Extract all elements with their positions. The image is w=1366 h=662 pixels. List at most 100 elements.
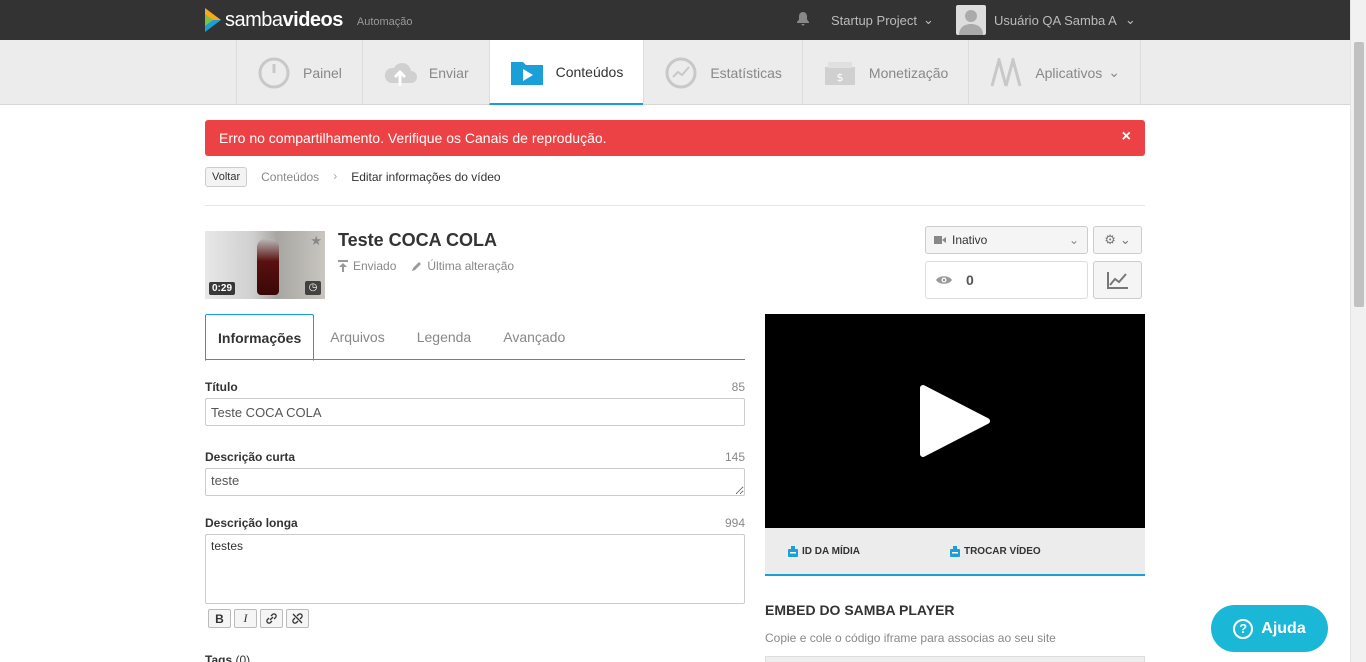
title-label: Título — [205, 380, 238, 394]
help-button[interactable]: ? Ajuda — [1211, 605, 1328, 652]
swap-video-label: TROCAR VÍDEO — [963, 545, 1041, 557]
statistics-button[interactable] — [1093, 261, 1142, 299]
user-name: Usuário QA Samba A — [994, 12, 1117, 28]
samba-videos-logo[interactable]: sambavideos Automação — [205, 8, 413, 32]
long-description-editor[interactable]: testes — [205, 534, 745, 604]
tab-informacoes[interactable]: Informações — [205, 314, 315, 361]
money-icon: $ — [823, 56, 857, 90]
chevron-down-icon: ⌄ — [1119, 232, 1131, 247]
status-select[interactable]: Inativo ⌄ — [925, 226, 1088, 254]
notifications-bell-icon[interactable] — [797, 12, 809, 29]
tags-label-text: Tags — [205, 653, 233, 662]
media-id-label: ID DA MÍDIA — [802, 545, 860, 557]
bold-button[interactable]: B — [208, 609, 231, 628]
tab-arquivos[interactable]: Arquivos — [314, 314, 400, 360]
top-bar: sambavideos Automação Startup Project ⌄ … — [0, 0, 1350, 40]
video-thumbnail[interactable]: ★ 0:29 ◷ — [205, 231, 325, 299]
chevron-down-icon: ⌄ — [923, 12, 934, 27]
media-id-button[interactable]: ID DA MÍDIA — [788, 545, 860, 557]
swap-icon — [949, 545, 960, 557]
question-icon: ? — [1233, 618, 1254, 639]
user-menu[interactable]: Usuário QA Samba A ⌄ — [956, 5, 1136, 35]
upload-cloud-icon — [383, 56, 417, 90]
nav-item-conteudos[interactable]: Conteúdos — [488, 40, 644, 105]
link-icon — [266, 613, 277, 624]
italic-button[interactable]: I — [234, 609, 257, 628]
close-icon[interactable]: × — [1122, 128, 1131, 146]
scrollbar-thumb[interactable] — [1354, 42, 1364, 307]
project-name: Startup Project — [831, 12, 917, 28]
breadcrumb-current: Editar informações do vídeo — [351, 170, 501, 184]
views-counter: 0 — [925, 261, 1088, 299]
stats-icon — [664, 56, 698, 90]
nav-item-monetizacao[interactable]: $ Monetização — [801, 40, 968, 105]
embed-code-box[interactable] — [765, 656, 1145, 662]
environment-label: Automação — [356, 16, 413, 28]
svg-text:$: $ — [836, 71, 843, 84]
views-value: 0 — [966, 272, 974, 288]
breadcrumb: Voltar Conteúdos › Editar informações do… — [205, 166, 1145, 206]
chevron-right-icon: › — [333, 169, 338, 183]
meta-changed: Última alteração — [427, 259, 515, 273]
thumbnail-image — [257, 239, 279, 295]
back-button[interactable]: Voltar — [205, 167, 248, 187]
nav-item-enviar[interactable]: Enviar — [361, 40, 489, 105]
play-icon[interactable] — [919, 384, 991, 458]
tab-avancado[interactable]: Avançado — [487, 314, 581, 360]
chevron-down-icon: ⌄ — [1108, 64, 1120, 80]
help-label: Ajuda — [1261, 619, 1306, 637]
logo-mark-icon — [205, 8, 221, 32]
error-alert: Erro no compartilhamento. Verifique os C… — [205, 120, 1145, 156]
video-duration: 0:29 — [209, 282, 236, 295]
nav-label: Painel — [303, 64, 342, 81]
page-scrollbar[interactable] — [1350, 0, 1366, 662]
nav-item-estatisticas[interactable]: Estatísticas — [643, 40, 802, 105]
swap-video-button[interactable]: TROCAR VÍDEO — [949, 545, 1041, 557]
nav-item-painel[interactable]: Painel — [236, 40, 362, 105]
video-player[interactable] — [765, 314, 1145, 528]
nav-item-aplicativos[interactable]: Aplicativos ⌄ — [968, 40, 1141, 105]
line-chart-icon — [1106, 272, 1128, 289]
player-actions: ID DA MÍDIA TROCAR VÍDEO — [765, 528, 1145, 576]
folder-play-icon — [510, 55, 544, 89]
dashboard-icon — [257, 56, 291, 90]
long-description-label: Descrição longa — [205, 516, 298, 530]
gear-icon: ⚙ — [1104, 232, 1116, 247]
editor-toolbar: B I — [208, 609, 309, 628]
video-title: Teste COCA COLA — [338, 230, 498, 250]
star-icon[interactable]: ★ — [310, 233, 322, 249]
status-value: Inativo — [952, 233, 988, 247]
link-button[interactable] — [260, 609, 283, 628]
title-char-count: 85 — [731, 380, 745, 394]
unlink-icon — [292, 613, 303, 624]
title-input[interactable] — [205, 398, 745, 426]
tags-count: (0) — [235, 653, 251, 662]
avatar — [956, 5, 986, 35]
tab-legenda[interactable]: Legenda — [401, 314, 488, 360]
nav-label: Enviar — [428, 64, 469, 81]
short-description-char-count: 145 — [724, 450, 745, 464]
short-description-label: Descrição curta — [205, 450, 296, 464]
main-nav: Painel Enviar Conteúdos Estatísticas $ M… — [0, 40, 1350, 105]
breadcrumb-parent[interactable]: Conteúdos — [261, 170, 319, 184]
tags-label: Tags (0) — [205, 653, 250, 662]
pencil-icon — [412, 262, 422, 271]
nav-label: Aplicativos — [1035, 64, 1103, 81]
logo-prefix: samba — [225, 8, 283, 31]
embed-description: Copie e cole o código iframe para associ… — [765, 631, 1056, 645]
chevron-down-icon: ⌄ — [1068, 233, 1079, 247]
id-card-icon — [788, 545, 798, 557]
logo-suffix: videos — [282, 8, 344, 31]
eye-icon — [936, 276, 952, 284]
embed-title: EMBED DO SAMBA PLAYER — [765, 602, 955, 618]
unlink-button[interactable] — [286, 609, 309, 628]
short-description-input[interactable]: teste — [205, 468, 745, 496]
alert-message: Erro no compartilhamento. Verifique os C… — [219, 130, 607, 146]
camera-icon — [934, 236, 946, 244]
nav-label: Monetização — [868, 64, 949, 81]
settings-button[interactable]: ⚙ ⌄ — [1093, 226, 1142, 254]
project-selector[interactable]: Startup Project ⌄ — [831, 12, 934, 28]
clock-icon[interactable]: ◷ — [305, 281, 321, 295]
meta-sent: Enviado — [353, 259, 397, 273]
upload-icon — [338, 260, 348, 272]
